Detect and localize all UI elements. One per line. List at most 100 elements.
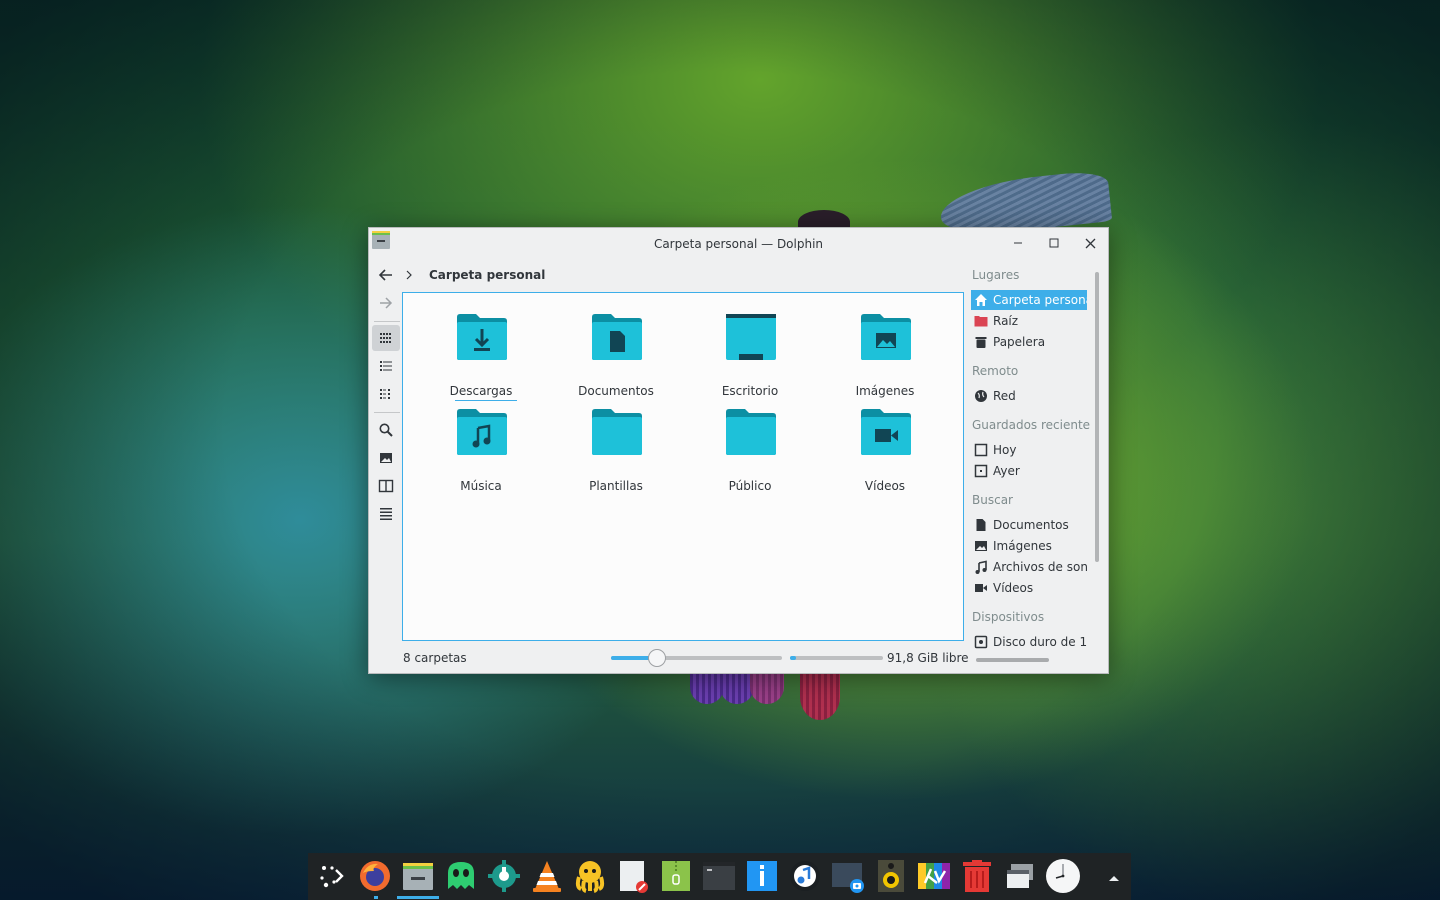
split-view-button[interactable] (372, 473, 400, 499)
navigation-bar: Carpeta personal (369, 263, 969, 287)
section-lugares: Lugares (972, 268, 1020, 282)
firefox-launcher[interactable] (357, 857, 393, 895)
places-item-home[interactable]: Carpeta personal (971, 290, 1087, 310)
window-title: Carpeta personal — Dolphin (653, 237, 824, 251)
folder-item[interactable]: Escritorio (690, 307, 810, 398)
back-button[interactable] (376, 265, 396, 285)
calendar-today-icon (974, 443, 988, 457)
red-folder-icon (974, 316, 988, 327)
places-item-label: Vídeos (993, 581, 1034, 595)
places-item-search-documents[interactable]: Documentos (971, 515, 1087, 535)
firefox-icon (360, 861, 390, 891)
details-view-button[interactable] (372, 353, 400, 379)
hard-disk-icon (974, 635, 988, 649)
archive-manager-launcher[interactable] (658, 857, 694, 895)
folder-item[interactable]: Documentos (556, 307, 676, 398)
ghost-app-launcher[interactable] (443, 857, 479, 895)
icons-view-icon (380, 333, 391, 343)
elisa-launcher[interactable] (787, 857, 823, 895)
home-icon (975, 294, 987, 306)
compact-view-icon (380, 389, 390, 399)
folder-label: Plantillas (589, 479, 643, 493)
system-settings-launcher[interactable] (486, 857, 522, 895)
krita-launcher[interactable] (916, 857, 952, 895)
places-item-root[interactable]: Raíz (971, 311, 1087, 331)
places-item-search-videos[interactable]: Vídeos (971, 578, 1087, 598)
preview-button[interactable] (372, 445, 400, 471)
pictures-folder-icon (861, 314, 911, 360)
konsole-launcher[interactable] (701, 857, 737, 895)
folder-item[interactable]: Público (690, 402, 810, 493)
file-view[interactable]: Descargas Documentos Escritorio Imágenes… (402, 292, 964, 641)
chevron-up-icon (1109, 876, 1119, 881)
arrow-left-icon (378, 269, 392, 281)
compact-view-button[interactable] (372, 381, 400, 407)
places-item-label: Disco duro de 10 (993, 635, 1087, 649)
places-item-label: Documentos (993, 518, 1069, 532)
close-button[interactable] (1080, 233, 1100, 253)
globe-icon (975, 390, 987, 402)
places-item-trash[interactable]: Papelera (971, 332, 1087, 352)
music-note-icon (975, 560, 987, 574)
folder-label: Imágenes (855, 384, 915, 398)
folder-label: Público (728, 479, 772, 493)
places-vertical-scrollbar[interactable] (1095, 272, 1099, 562)
wallpaper-feather-bottom (690, 670, 860, 720)
titlebar[interactable]: Carpeta personal — Dolphin (369, 228, 1108, 258)
vlc-launcher[interactable] (529, 857, 565, 895)
folder-item[interactable]: Plantillas (556, 402, 676, 493)
places-item-today[interactable]: Hoy (971, 440, 1087, 460)
places-item-label: Carpeta personal (993, 293, 1087, 307)
places-item-network[interactable]: Red (971, 386, 1087, 406)
trash-icon (975, 337, 987, 348)
screenshot-icon (832, 863, 864, 893)
folder-item[interactable]: Imágenes (825, 307, 945, 398)
minimize-button[interactable] (1008, 233, 1028, 253)
zoom-slider-handle[interactable] (648, 649, 667, 667)
public-folder-icon (726, 409, 776, 455)
places-item-yesterday[interactable]: Ayer (971, 461, 1087, 481)
folder-item[interactable]: Música (421, 402, 541, 493)
hamburger-menu-icon (380, 508, 392, 520)
launcher-icon (320, 866, 344, 888)
dolphin-window: Carpeta personal — Dolphin Carpeta perso… (368, 227, 1109, 674)
calendar-yesterday-icon (974, 464, 988, 478)
dolphin-launcher[interactable] (400, 857, 436, 895)
search-icon (379, 423, 393, 437)
breadcrumb-separator[interactable] (402, 268, 416, 282)
breadcrumb-current[interactable]: Carpeta personal (429, 268, 545, 282)
clock-widget[interactable] (1045, 857, 1081, 895)
trash-launcher[interactable] (959, 857, 995, 895)
places-item-search-images[interactable]: Imágenes (971, 536, 1087, 556)
download-folder-icon (457, 314, 507, 360)
music-player-icon (790, 861, 820, 891)
details-view-icon (380, 361, 392, 371)
octopi-launcher[interactable] (572, 857, 608, 895)
spectacle-launcher[interactable] (830, 857, 866, 895)
kwrite-launcher[interactable] (615, 857, 651, 895)
folder-label: Documentos (578, 384, 654, 398)
places-horizontal-scrollbar[interactable] (976, 658, 1049, 662)
minimize-icon (1014, 242, 1022, 244)
places-item-search-audio[interactable]: Archivos de sonido (971, 557, 1087, 577)
taskbar (308, 853, 1131, 900)
maximize-button[interactable] (1044, 233, 1064, 253)
free-space-label: 91,8 GiB libre (887, 651, 969, 665)
places-item-label: Archivos de sonido (993, 560, 1087, 574)
search-button[interactable] (372, 417, 400, 443)
info-center-launcher[interactable] (744, 857, 780, 895)
archive-icon (662, 861, 690, 891)
folder-item[interactable]: Vídeos (825, 402, 945, 493)
forward-button[interactable] (372, 290, 400, 316)
application-launcher-button[interactable] (314, 857, 350, 895)
folder-label: Descargas (449, 384, 513, 398)
icons-view-button[interactable] (372, 325, 400, 351)
places-item-hard-disk[interactable]: Disco duro de 10 (971, 632, 1087, 652)
image-preview-icon (380, 453, 392, 463)
system-tray-expand-button[interactable] (1108, 871, 1120, 885)
speaker-app-launcher[interactable] (873, 857, 909, 895)
window-switcher-button[interactable] (1002, 857, 1038, 895)
menu-button[interactable] (372, 501, 400, 527)
zoom-slider[interactable] (611, 649, 782, 667)
folder-item[interactable]: Descargas (421, 307, 541, 401)
